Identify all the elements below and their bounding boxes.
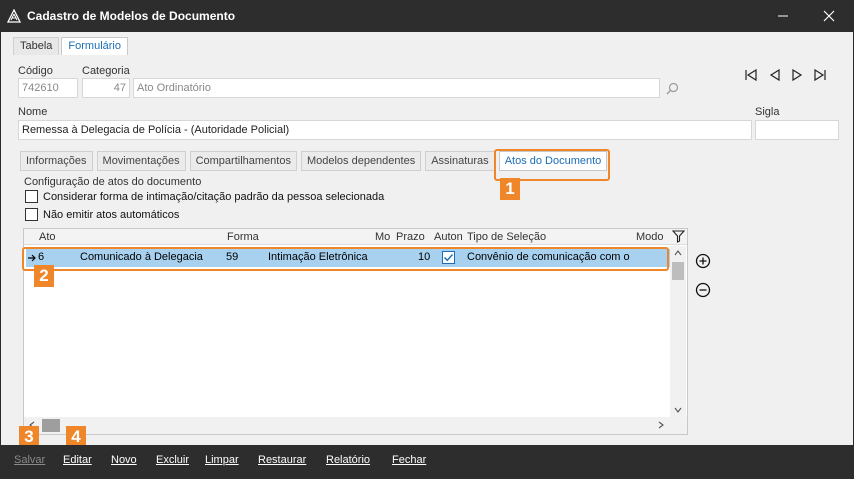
tab-assinaturas[interactable]: Assinaturas <box>425 151 495 171</box>
codigo-label: Código <box>18 65 53 77</box>
categoria-label: Categoria <box>82 65 130 77</box>
checkbox-nao-emitir-row[interactable]: Não emitir atos automáticos <box>25 208 179 221</box>
first-record-icon[interactable] <box>744 68 758 82</box>
nome-field[interactable]: Remessa à Delegacia de Polícia - (Autori… <box>18 120 752 140</box>
codigo-field[interactable]: 742610 <box>18 78 78 98</box>
callout-box-2 <box>22 247 669 271</box>
sigla-field[interactable] <box>755 120 839 140</box>
close-button[interactable]: Fechar <box>392 454 426 466</box>
grid-horizontal-scrollbar[interactable] <box>24 417 670 434</box>
checkbox-forma-padrao[interactable] <box>25 190 38 203</box>
col-header-forma[interactable]: Forma <box>227 231 259 243</box>
tab-modelos-dependentes[interactable]: Modelos dependentes <box>300 151 422 171</box>
categoria-description-field: Ato Ordinatório <box>133 78 660 98</box>
scroll-up-icon[interactable] <box>674 249 682 257</box>
col-header-tipo-selecao[interactable]: Tipo de Seleção <box>467 231 546 243</box>
new-button[interactable]: Novo <box>111 454 137 466</box>
checkbox-forma-padrao-row[interactable]: Considerar forma de intimação/citação pa… <box>25 190 384 203</box>
scrollbar-corner <box>670 417 687 434</box>
callout-badge-1: 1 <box>500 178 520 200</box>
form-body: Tabela Formulário Código Categoria 74261… <box>1 32 853 445</box>
bottom-toolbar: Salvar Editar Novo Excluir Limpar Restau… <box>0 445 854 479</box>
callout-badge-2: 2 <box>34 265 54 287</box>
last-record-icon[interactable] <box>813 68 827 82</box>
grid-vertical-scrollbar[interactable] <box>670 246 686 417</box>
report-button[interactable]: Relatório <box>326 454 370 466</box>
app-logo-icon <box>7 9 21 23</box>
close-window-button[interactable] <box>806 0 852 32</box>
col-header-ato[interactable]: Ato <box>39 231 56 243</box>
col-header-auton[interactable]: Auton <box>434 231 463 243</box>
nome-label: Nome <box>18 106 48 118</box>
tab-tabela[interactable]: Tabela <box>13 37 60 55</box>
delete-button[interactable]: Excluir <box>156 454 189 466</box>
sigla-label: Sigla <box>755 106 780 118</box>
horizontal-scroll-thumb[interactable] <box>42 419 60 432</box>
search-icon[interactable] <box>666 82 679 95</box>
tab-compartilhamentos[interactable]: Compartilhamentos <box>189 151 297 171</box>
col-header-prazo[interactable]: Prazo <box>396 231 425 243</box>
next-record-icon[interactable] <box>790 68 804 82</box>
minimize-icon <box>778 15 788 17</box>
previous-record-icon[interactable] <box>768 68 782 82</box>
grid-header: Ato Forma Mo Prazo Auton Tipo de Seleção… <box>24 229 687 245</box>
checkbox-forma-padrao-label: Considerar forma de intimação/citação pa… <box>43 190 385 203</box>
restore-button[interactable]: Restaurar <box>258 454 306 466</box>
tab-formulario[interactable]: Formulário <box>61 37 128 55</box>
minimize-button[interactable] <box>760 0 806 32</box>
config-section-label: Configuração de atos do documento <box>24 176 202 188</box>
categoria-number-field[interactable]: 47 <box>82 78 130 98</box>
top-tabs: Tabela Formulário <box>13 37 130 55</box>
clear-button[interactable]: Limpar <box>205 454 239 466</box>
checkbox-nao-emitir-label: Não emitir atos automáticos <box>43 208 180 221</box>
col-header-modo[interactable]: Modo <box>636 231 664 243</box>
col-header-mo[interactable]: Mo <box>375 231 390 243</box>
filter-icon[interactable] <box>672 230 685 243</box>
title-bar: Cadastro de Modelos de Documento <box>0 0 854 32</box>
edit-button[interactable]: Editar <box>63 454 92 466</box>
window-title: Cadastro de Modelos de Documento <box>27 9 236 23</box>
callout-box-1 <box>494 149 610 181</box>
tab-movimentacoes[interactable]: Movimentações <box>96 151 186 171</box>
scroll-right-icon[interactable] <box>657 421 665 429</box>
close-icon <box>823 10 835 22</box>
add-row-icon[interactable] <box>695 253 711 269</box>
tab-informacoes[interactable]: Informações <box>20 151 93 171</box>
save-button[interactable]: Salvar <box>14 454 45 466</box>
vertical-scroll-thumb[interactable] <box>672 262 684 280</box>
scroll-down-icon[interactable] <box>674 406 682 414</box>
remove-row-icon[interactable] <box>695 282 711 298</box>
checkbox-nao-emitir[interactable] <box>25 208 38 221</box>
